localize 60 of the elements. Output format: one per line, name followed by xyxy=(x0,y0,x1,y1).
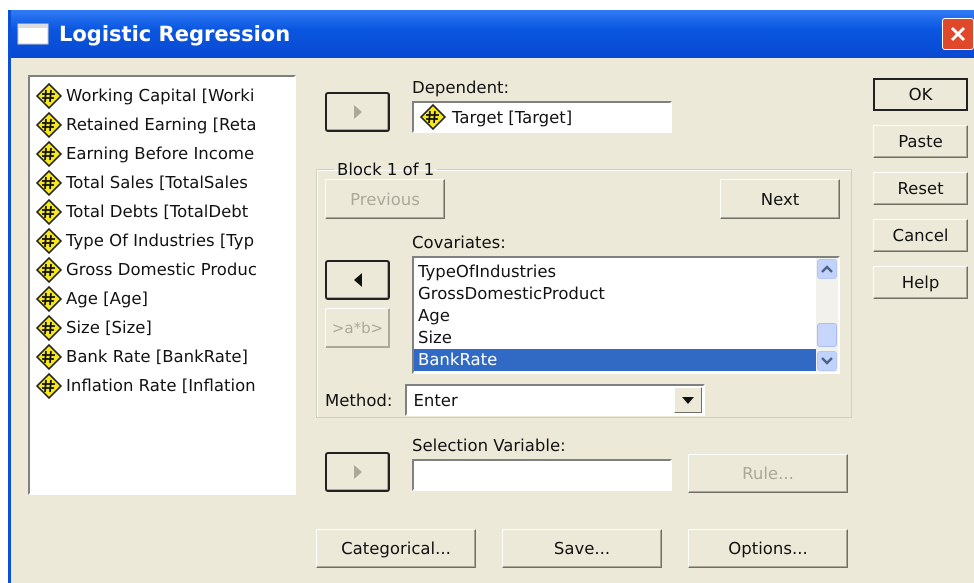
variable-item[interactable]: Size [Size] xyxy=(66,318,152,337)
numeric-variable-icon xyxy=(36,170,62,196)
variable-item[interactable]: Total Sales [TotalSales xyxy=(66,173,248,192)
right-arrow-icon xyxy=(352,104,364,120)
numeric-variable-icon xyxy=(36,140,62,166)
numeric-variable-icon xyxy=(420,104,446,130)
dependent-label: Dependent: xyxy=(412,78,510,97)
window-title: Logistic Regression xyxy=(59,22,292,46)
dialog-button[interactable]: Reset xyxy=(873,172,968,205)
close-icon xyxy=(949,25,967,43)
scrollbar[interactable] xyxy=(816,258,838,372)
method-dropdown[interactable]: Enter xyxy=(405,384,706,416)
dialog-button[interactable]: Cancel xyxy=(873,219,968,252)
covariate-item[interactable]: GrossDomesticProduct xyxy=(414,283,816,305)
variable-item[interactable]: Earning Before Income xyxy=(66,144,254,163)
left-arrow-icon xyxy=(352,272,364,288)
dialog-button[interactable]: Paste xyxy=(873,125,968,158)
dialog-button[interactable]: Options... xyxy=(688,529,848,568)
variable-item[interactable]: Type Of Industries [Typ xyxy=(66,231,254,250)
dependent-field[interactable]: Target [Target] xyxy=(412,101,672,133)
variable-item[interactable]: Gross Domestic Produc xyxy=(66,260,257,279)
down-chevron-icon xyxy=(821,357,833,365)
dialog-button[interactable]: Save... xyxy=(502,529,662,568)
variable-item[interactable]: Total Debts [TotalDebt xyxy=(66,202,248,221)
covariate-item[interactable]: BankRate xyxy=(414,349,816,371)
remove-arrow-button[interactable] xyxy=(325,260,390,300)
up-chevron-icon xyxy=(821,265,833,273)
window-icon xyxy=(17,23,49,45)
covariates-label: Covariates: xyxy=(412,233,507,252)
dropdown-arrow-icon xyxy=(682,396,694,404)
scroll-down-button[interactable] xyxy=(817,351,837,371)
numeric-variable-icon xyxy=(36,256,62,282)
covariate-item[interactable]: Age xyxy=(414,305,816,327)
block-legend: Block 1 of 1 xyxy=(334,160,438,179)
numeric-variable-icon xyxy=(36,228,62,254)
numeric-variable-icon xyxy=(36,314,62,340)
numeric-variable-icon xyxy=(36,112,62,138)
numeric-variable-icon xyxy=(36,286,62,312)
selection-variable-field[interactable] xyxy=(412,459,672,491)
variable-item[interactable]: Inflation Rate [Inflation xyxy=(66,376,256,395)
dialog-button[interactable]: Categorical... xyxy=(316,529,476,568)
right-arrow-icon xyxy=(352,464,364,480)
scroll-thumb[interactable] xyxy=(817,323,837,347)
variable-item[interactable]: Age [Age] xyxy=(66,289,148,308)
covariate-item[interactable]: TypeOfIndustries xyxy=(414,261,816,283)
dialog-button[interactable]: OK xyxy=(873,78,968,111)
covariate-item[interactable]: Size xyxy=(414,327,816,349)
close-button[interactable] xyxy=(942,18,974,50)
variable-item[interactable]: Bank Rate [BankRate] xyxy=(66,347,248,366)
numeric-variable-icon xyxy=(36,82,62,108)
variable-item[interactable]: Working Capital [Worki xyxy=(66,86,254,105)
method-label: Method: xyxy=(325,390,392,410)
numeric-variable-icon xyxy=(36,344,62,370)
dialog-button[interactable]: Help xyxy=(873,266,968,299)
scroll-up-button[interactable] xyxy=(817,259,837,279)
variable-item[interactable]: Retained Earning [Reta xyxy=(66,115,257,134)
selection-variable-label: Selection Variable: xyxy=(412,436,567,455)
numeric-variable-icon xyxy=(36,198,62,224)
numeric-variable-icon xyxy=(36,372,62,398)
next-button[interactable]: Next xyxy=(720,179,840,219)
